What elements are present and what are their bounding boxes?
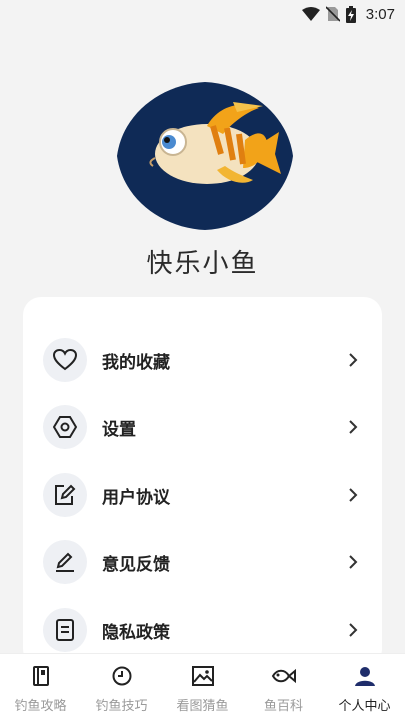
fish-icon bbox=[271, 666, 297, 690]
chevron-right-icon bbox=[348, 487, 358, 503]
menu-card: 我的收藏 设置 用户协议 意见反馈 隐私政策 bbox=[23, 297, 382, 667]
nav-label: 钓鱼攻略 bbox=[14, 699, 67, 714]
menu-item-label: 用户协议 bbox=[102, 487, 170, 508]
user-nickname: 快乐小鱼 bbox=[146, 249, 259, 279]
person-icon bbox=[354, 666, 376, 690]
nav-label: 鱼百科 bbox=[263, 699, 303, 714]
nav-item-personal-center[interactable]: 个人中心 bbox=[324, 654, 405, 721]
policy-document-icon bbox=[43, 608, 87, 652]
menu-item-label: 设置 bbox=[102, 419, 136, 440]
heart-icon bbox=[43, 338, 87, 382]
book-icon bbox=[32, 666, 49, 690]
menu-item-feedback[interactable]: 意见反馈 bbox=[23, 537, 382, 587]
nav-label: 看图猜鱼 bbox=[176, 699, 229, 714]
menu-item-user-agreement[interactable]: 用户协议 bbox=[23, 470, 382, 520]
chevron-right-icon bbox=[348, 554, 358, 570]
hexagon-settings-icon bbox=[43, 405, 87, 449]
menu-item-label: 我的收藏 bbox=[102, 352, 170, 373]
wifi-icon bbox=[301, 7, 320, 21]
clock-icon bbox=[112, 666, 132, 690]
chevron-right-icon bbox=[348, 419, 358, 435]
nav-label: 个人中心 bbox=[338, 699, 391, 714]
menu-item-label: 意见反馈 bbox=[102, 554, 170, 575]
menu-item-label: 隐私政策 bbox=[102, 622, 170, 643]
status-bar: 3:07 bbox=[0, 0, 405, 28]
pen-icon bbox=[43, 540, 87, 584]
chevron-right-icon bbox=[348, 352, 358, 368]
nav-item-fishing-tips[interactable]: 钓鱼技巧 bbox=[81, 654, 162, 721]
nav-item-guess-fish[interactable]: 看图猜鱼 bbox=[162, 654, 243, 721]
status-time: 3:07 bbox=[365, 5, 395, 23]
chevron-right-icon bbox=[348, 622, 358, 638]
nav-item-fish-encyclopedia[interactable]: 鱼百科 bbox=[243, 654, 324, 721]
image-icon bbox=[191, 666, 214, 690]
bottom-nav: 钓鱼攻略 钓鱼技巧 看图猜鱼 鱼百科 个人中心 bbox=[0, 653, 405, 721]
edit-document-icon bbox=[43, 473, 87, 517]
menu-item-favorites[interactable]: 我的收藏 bbox=[23, 335, 382, 385]
fish-avatar-icon[interactable] bbox=[117, 82, 293, 230]
menu-item-settings[interactable]: 设置 bbox=[23, 402, 382, 452]
nav-label: 钓鱼技巧 bbox=[95, 699, 148, 714]
nav-item-fishing-guide[interactable]: 钓鱼攻略 bbox=[0, 654, 81, 721]
menu-item-privacy-policy[interactable]: 隐私政策 bbox=[23, 605, 382, 655]
no-sim-icon bbox=[325, 6, 340, 22]
battery-charging-icon bbox=[345, 5, 356, 23]
